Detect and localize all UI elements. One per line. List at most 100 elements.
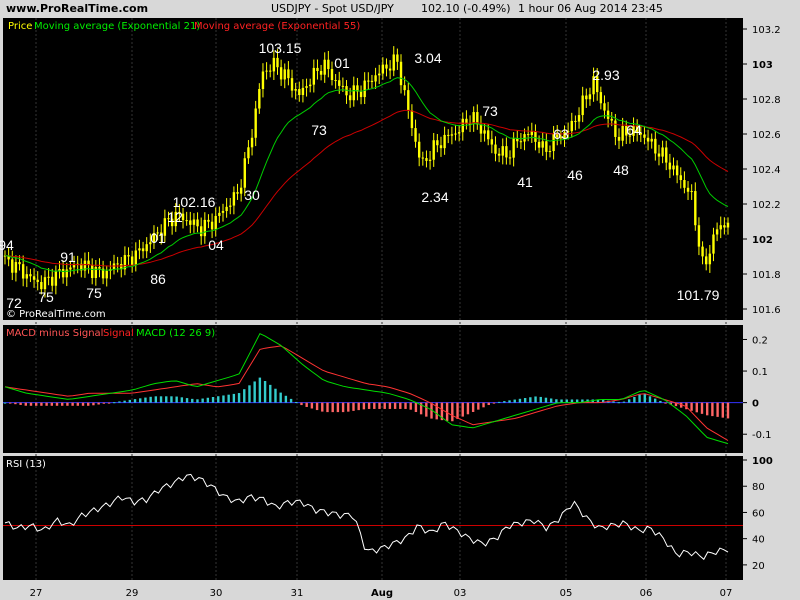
price-body: [203, 219, 207, 237]
macd-histogram-bar: [659, 400, 662, 403]
price-body: [723, 225, 726, 228]
macd-histogram-bar: [258, 377, 262, 403]
price-y-axis: 103.2 103 102.8 102.6 102.4 102.2 102 101.8 101.…: [743, 25, 781, 316]
price-body: [621, 125, 624, 141]
price-y-label: 103: [752, 60, 773, 71]
macd-histogram-bar: [165, 396, 168, 403]
rsi-y-label: 20: [752, 561, 765, 572]
price-body: [247, 147, 250, 159]
price-body: [265, 70, 268, 72]
macd-histogram-bar: [305, 402, 308, 407]
macd-histogram-bar: [664, 402, 667, 404]
macd-histogram-bar: [539, 396, 542, 403]
x-tick-label: 29: [126, 588, 139, 599]
price-body: [98, 266, 101, 269]
macd-histogram-bar: [367, 402, 371, 409]
macd-histogram-bar: [529, 397, 532, 403]
price-body: [661, 147, 664, 157]
macd-histogram-bar: [648, 396, 652, 403]
price-body: [29, 274, 32, 277]
macd-histogram-bar: [352, 402, 355, 411]
price-body: [250, 137, 254, 148]
price-body: [494, 144, 497, 154]
price-body: [396, 54, 399, 62]
macd-histogram-bar: [555, 399, 558, 403]
macd-histogram-bar: [206, 397, 210, 403]
price-body: [712, 234, 715, 254]
macd-histogram-bar: [404, 402, 407, 409]
price-body: [294, 88, 297, 91]
macd-histogram-bar: [175, 396, 178, 403]
macd-histogram-bar: [113, 402, 116, 404]
price-body: [534, 131, 537, 142]
macd-histogram-bar: [211, 396, 215, 403]
legend-signal: Signal: [103, 328, 134, 339]
macd-histogram-bar: [425, 402, 428, 417]
price-body: [421, 157, 425, 159]
price-body: [348, 95, 352, 101]
price-body: [298, 88, 301, 96]
macd-histogram-bar: [627, 399, 631, 403]
macd-histogram-bar: [3, 402, 7, 404]
macd-histogram-bar: [549, 398, 553, 403]
macd-histogram-bar: [295, 401, 298, 403]
price-body: [374, 75, 377, 82]
price-body: [210, 221, 214, 230]
macd-y-label: 0.1: [752, 367, 768, 378]
macd-histogram-bar: [81, 402, 85, 406]
macd-y-axis: 0.2 0.1 0 -0.1: [743, 335, 772, 441]
macd-histogram-bar: [50, 402, 54, 406]
price-body: [443, 134, 446, 149]
macd-histogram-bar: [263, 381, 267, 403]
price-body: [428, 159, 432, 161]
macd-histogram-bar: [19, 402, 22, 405]
macd-histogram-bar: [612, 401, 615, 403]
macd-y-label: 0.2: [752, 335, 768, 346]
macd-histogram-bar: [357, 402, 360, 411]
macd-histogram-bar: [310, 402, 314, 409]
macd-histogram-bar: [14, 402, 17, 405]
price-body: [610, 118, 613, 121]
price-annotation: 73: [482, 103, 498, 119]
macd-histogram-bar: [492, 402, 496, 404]
price-body: [385, 64, 388, 69]
price-body: [54, 270, 58, 286]
price-body: [145, 244, 148, 252]
macd-histogram-bar: [508, 400, 511, 403]
price-body: [617, 136, 621, 141]
price-body: [599, 92, 603, 104]
macd-histogram-bar: [107, 402, 111, 404]
macd-histogram-bar: [721, 402, 724, 418]
price-body: [127, 255, 130, 257]
price-body: [25, 274, 28, 279]
price-body: [138, 248, 141, 251]
price-annotation: 04: [208, 237, 224, 253]
price-annotation: 3.04: [414, 50, 441, 66]
price-body: [545, 141, 548, 152]
macd-histogram-bar: [518, 398, 522, 403]
price-annotation: 01: [334, 55, 350, 71]
watermark: © ProRealTime.com: [6, 309, 106, 320]
macd-histogram-bar: [128, 399, 132, 403]
price-body: [537, 141, 541, 148]
macd-y-label: -0.1: [752, 430, 772, 441]
price-body: [697, 225, 701, 247]
macd-histogram-bar: [399, 402, 402, 409]
macd-histogram-bar: [716, 402, 719, 417]
macd-histogram-bar: [435, 402, 438, 420]
price-body: [243, 158, 246, 188]
price-body: [454, 133, 457, 135]
macd-histogram-bar: [653, 398, 657, 403]
price-y-label: 102.2: [752, 200, 781, 211]
price-annotation: 64: [626, 122, 642, 138]
legend-macd: MACD (12 26 9): [136, 328, 215, 339]
price-body: [479, 124, 483, 134]
price-body: [229, 205, 232, 207]
price-annotation: 01: [150, 230, 166, 246]
macd-histogram-bar: [393, 402, 397, 409]
price-body: [378, 73, 381, 76]
price-annotation: 86: [150, 271, 166, 287]
price-body: [410, 110, 414, 129]
price-annotation: 91: [60, 249, 76, 265]
price-body: [185, 220, 188, 222]
